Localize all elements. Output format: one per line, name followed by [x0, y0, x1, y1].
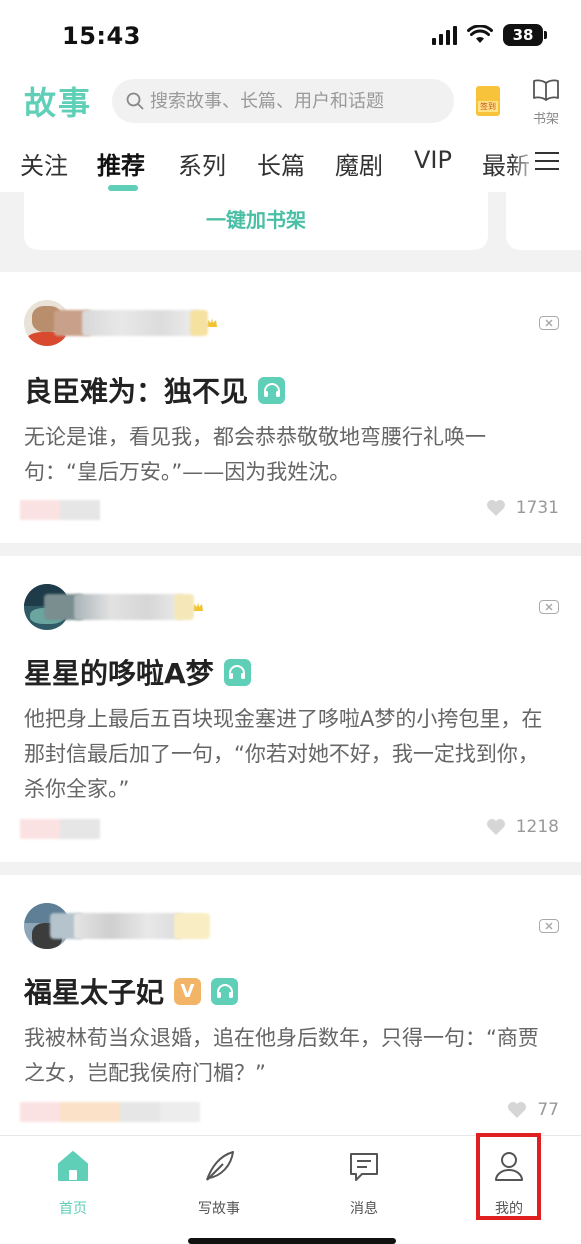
chat-icon — [350, 1153, 378, 1181]
story-excerpt[interactable]: 我被林荀当众退婚，追在他身后数年，只得一句：“商贾之女，岂配我侯府门楣？” — [24, 1021, 554, 1091]
shelf-card: 一键加书架 — [24, 192, 488, 250]
search-input[interactable] — [150, 90, 450, 112]
like-count: 77 — [537, 1100, 559, 1120]
tab-messages-label: 消息 — [350, 1201, 378, 1217]
like-button[interactable]: 1218 — [486, 817, 559, 837]
headphones-icon — [258, 376, 286, 404]
vip-badge: V — [174, 977, 202, 1005]
status-time: 15:43 — [62, 22, 141, 50]
tab-home-label: 首页 — [59, 1201, 87, 1217]
headphones-icon — [211, 977, 239, 1005]
active-tab-indicator — [108, 185, 138, 191]
signin-button[interactable]: 签到 — [476, 86, 500, 116]
heart-icon — [508, 1102, 527, 1118]
dismiss-button[interactable] — [539, 316, 559, 330]
tab-recommend[interactable]: 推荐 — [97, 146, 145, 181]
tab-series[interactable]: 系列 — [178, 146, 226, 181]
story-excerpt[interactable]: 无论是谁，看见我，都会恭恭敬敬地弯腰行礼唤一句：“皇后万安。”——因为我姓沈。 — [24, 420, 554, 490]
search-icon — [126, 92, 144, 110]
story-card[interactable]: 福星太子妃 V 我被林荀当众退婚，追在他身后数年，只得一句：“商贾之女，岂配我侯… — [0, 875, 581, 1135]
story-title-text: 星星的哆啦A梦 — [24, 657, 214, 690]
story-title[interactable]: 星星的哆啦A梦 — [24, 652, 251, 692]
author-row[interactable] — [24, 580, 204, 634]
tags-blurred — [20, 819, 100, 839]
author-row[interactable] — [24, 899, 210, 953]
like-count: 1731 — [515, 498, 559, 518]
battery-icon: 38 — [503, 24, 547, 46]
add-to-shelf-button[interactable]: 一键加书架 — [206, 204, 306, 233]
signin-label: 签到 — [478, 101, 498, 112]
app-header: 故事 签到 书架 — [0, 70, 581, 132]
story-meta: 77 — [20, 1100, 559, 1124]
bookshelf-button[interactable]: 书架 — [526, 78, 566, 127]
like-button[interactable]: 1731 — [486, 498, 559, 518]
shelf-card-next — [506, 192, 581, 250]
menu-icon[interactable] — [535, 152, 559, 172]
dismiss-button[interactable] — [539, 600, 559, 614]
headphones-icon — [223, 658, 251, 686]
highlight-box — [476, 1133, 541, 1220]
tab-write-story[interactable]: 写故事 — [174, 1148, 264, 1218]
close-icon — [545, 319, 553, 327]
home-icon — [58, 1151, 88, 1181]
story-excerpt[interactable]: 他把身上最后五百块现金塞进了哆啦A梦的小挎包里，在那封信最后加了一句，“你若对她… — [24, 702, 554, 807]
shelf-strip: 一键加书架 — [0, 192, 581, 272]
like-button[interactable]: 77 — [507, 1100, 559, 1120]
heart-icon — [486, 500, 505, 516]
tab-long[interactable]: 长篇 — [257, 146, 305, 181]
tab-vip[interactable]: VIP — [414, 146, 452, 174]
close-icon — [545, 603, 553, 611]
tags-blurred — [20, 500, 100, 520]
story-card[interactable]: 良臣难为：独不见 无论是谁，看见我，都会恭恭敬敬地弯腰行礼唤一句：“皇后万安。”… — [0, 272, 581, 543]
story-meta: 1731 — [20, 498, 559, 522]
wifi-icon — [467, 25, 493, 43]
status-icons: 38 — [432, 24, 547, 46]
story-card[interactable]: 星星的哆啦A梦 他把身上最后五百块现金塞进了哆啦A梦的小挎包里，在那封信最后加了… — [0, 556, 581, 862]
tags-blurred — [20, 1102, 200, 1122]
story-title-text: 良臣难为：独不见 — [24, 375, 249, 408]
cellular-signal-icon — [432, 25, 457, 45]
tab-drama[interactable]: 魔剧 — [335, 146, 383, 181]
bookshelf-label: 书架 — [532, 112, 559, 127]
search-bar[interactable] — [112, 79, 454, 123]
story-title-text: 福星太子妃 — [24, 976, 165, 1009]
dismiss-button[interactable] — [539, 919, 559, 933]
book-icon — [533, 79, 559, 101]
like-count: 1218 — [515, 817, 559, 837]
story-meta: 1218 — [20, 817, 559, 841]
feather-icon — [206, 1151, 234, 1181]
battery-level: 38 — [512, 26, 534, 44]
category-tabs: 关注 推荐 系列 长篇 魔剧 VIP 最新 — [0, 132, 581, 192]
tab-follow[interactable]: 关注 — [20, 146, 68, 181]
close-icon — [545, 922, 553, 930]
author-row[interactable] — [24, 296, 218, 350]
status-bar: 15:43 38 — [0, 0, 581, 70]
app-logo: 故事 — [24, 84, 93, 122]
tab-messages[interactable]: 消息 — [319, 1148, 409, 1218]
tab-home[interactable]: 首页 — [28, 1148, 118, 1218]
story-title[interactable]: 福星太子妃 V — [24, 971, 239, 1011]
story-title[interactable]: 良臣难为：独不见 — [24, 370, 286, 410]
home-indicator — [188, 1238, 396, 1244]
tab-write-story-label: 写故事 — [198, 1201, 240, 1217]
heart-icon — [486, 819, 505, 835]
